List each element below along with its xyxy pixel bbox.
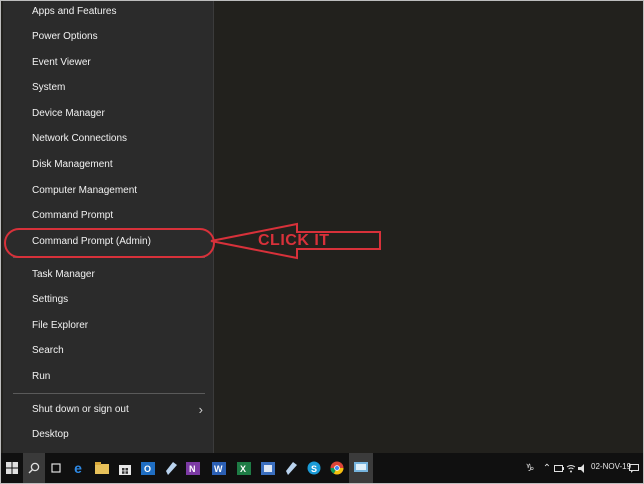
menu-item-event-viewer[interactable]: Event Viewer [3,51,213,75]
pen2-icon[interactable] [280,453,302,483]
menu-item-file-explorer[interactable]: File Explorer [3,314,213,338]
menu-item-computer-management[interactable]: Computer Management [3,179,213,203]
skype-icon[interactable]: S [303,453,325,483]
menu-separator [13,393,205,394]
annotation-click-label: CLICK IT [258,232,330,249]
menu-item-disk-management[interactable]: Disk Management [3,153,213,177]
action-center-icon[interactable] [627,453,641,483]
menu-item-desktop[interactable]: Desktop [3,423,213,447]
menu-item-power-options[interactable]: Power Options [3,25,213,49]
pen-icon[interactable] [160,453,182,483]
taskbar-date[interactable]: 02-NOV-19 [591,462,631,471]
menu-item-network-connections[interactable]: Network Connections [3,127,213,151]
menu-item-settings[interactable]: Settings [3,288,213,312]
file-explorer-icon[interactable] [91,453,113,483]
outlook-icon[interactable]: O [137,453,159,483]
network-icon[interactable] [565,453,577,483]
menu-item-system[interactable]: System [3,76,213,100]
chrome-icon[interactable] [326,453,348,483]
menu-item-shut-down-label: Shut down or sign out [32,404,129,415]
visio-icon[interactable] [257,453,279,483]
svg-text:W: W [214,464,223,474]
screenshot-frame: Apps and Features Power Options Event Vi… [0,0,644,484]
menu-item-apps-and-features[interactable]: Apps and Features [3,1,213,24]
svg-text:O: O [144,464,151,474]
taskbar: e O N W X S ♑ ⌃ 02-NOV-19 [1,453,643,483]
windows-start-icon[interactable] [1,453,23,483]
excel-icon[interactable]: X [233,453,255,483]
svg-text:N: N [189,464,196,474]
volume-icon[interactable] [577,453,589,483]
menu-item-task-manager[interactable]: Task Manager [3,263,213,287]
svg-text:S: S [311,464,317,474]
search-icon[interactable] [23,453,45,483]
menu-item-shut-down-or-sign-out[interactable]: Shut down or sign out › [3,398,213,422]
winx-power-user-menu: Apps and Features Power Options Event Vi… [3,1,214,453]
edge-icon[interactable]: e [67,453,89,483]
highlight-ellipse [4,228,215,258]
onenote-icon[interactable]: N [182,453,204,483]
store-icon[interactable] [114,453,136,483]
menu-item-device-manager[interactable]: Device Manager [3,102,213,126]
chevron-right-icon: › [198,402,203,417]
svg-text:X: X [240,464,246,474]
menu-item-command-prompt[interactable]: Command Prompt [3,204,213,228]
battery-icon[interactable] [553,453,565,483]
menu-item-run[interactable]: Run [3,365,213,389]
remote-desktop-icon[interactable] [349,453,373,483]
word-icon[interactable]: W [208,453,230,483]
task-view-icon[interactable] [45,453,67,483]
show-hidden-icons-chevron-icon[interactable]: ⌃ [541,453,553,483]
people-icon[interactable]: ♑ [523,453,537,483]
menu-item-search[interactable]: Search [3,339,213,363]
